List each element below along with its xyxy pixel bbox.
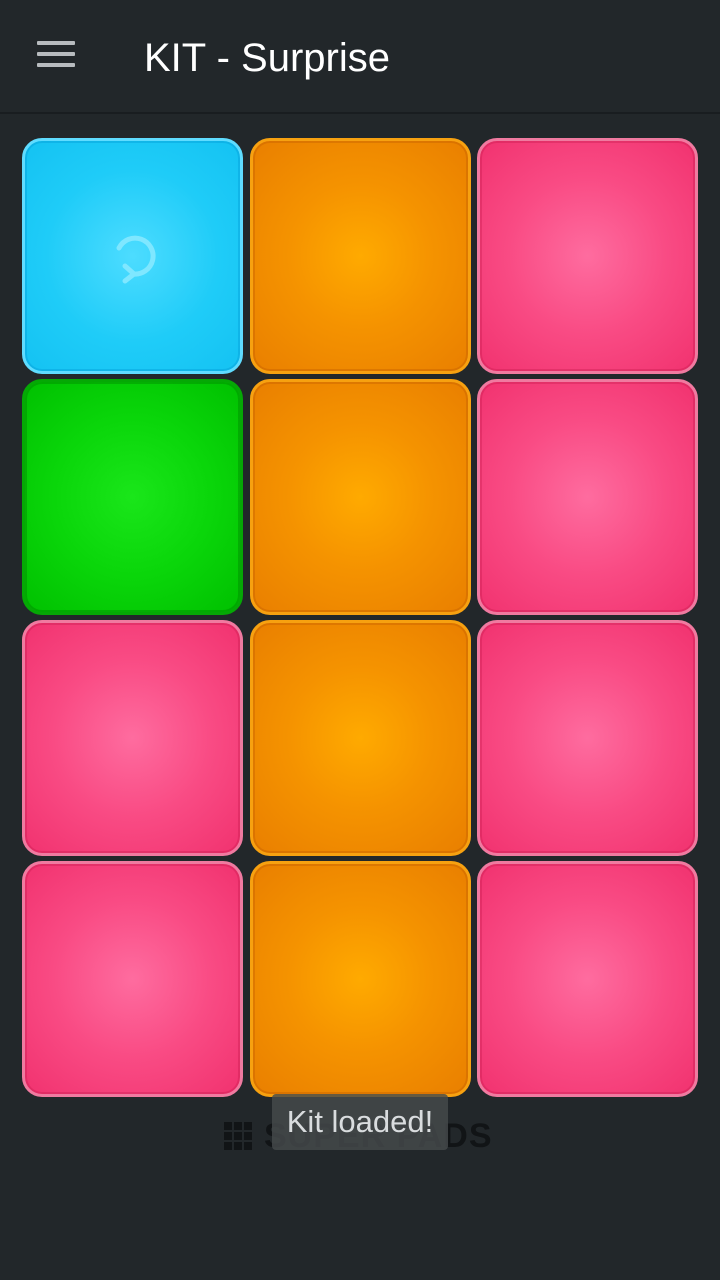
pad-r4-c2[interactable]	[250, 861, 471, 1097]
menu-bar-line	[37, 63, 75, 67]
pad-r4-c1[interactable]	[22, 861, 243, 1097]
toast-message: Kit loaded!	[272, 1094, 448, 1150]
kit-title: KIT - Surprise	[144, 36, 390, 80]
pad-r1-c1[interactable]	[22, 138, 243, 374]
pad-r3-c1[interactable]	[22, 620, 243, 856]
pad-r4-c3[interactable]	[477, 861, 698, 1097]
menu-bar-line	[37, 41, 75, 45]
pad-r2-c3[interactable]	[477, 379, 698, 615]
hamburger-menu-icon[interactable]	[26, 30, 86, 82]
menu-bar-line	[37, 52, 75, 56]
refresh-icon	[116, 235, 156, 284]
app-screen: KIT - Surprise SUPER PADS	[0, 0, 720, 1280]
pad-r1-c3[interactable]	[477, 138, 698, 374]
pad-r1-c2[interactable]	[250, 138, 471, 374]
pad-r3-c2[interactable]	[250, 620, 471, 856]
pad-r2-c1[interactable]	[22, 379, 243, 615]
grid-logo-icon	[224, 1122, 252, 1150]
pad-r3-c3[interactable]	[477, 620, 698, 856]
top-app-bar: KIT - Surprise	[0, 0, 720, 114]
pad-r2-c2[interactable]	[250, 379, 471, 615]
